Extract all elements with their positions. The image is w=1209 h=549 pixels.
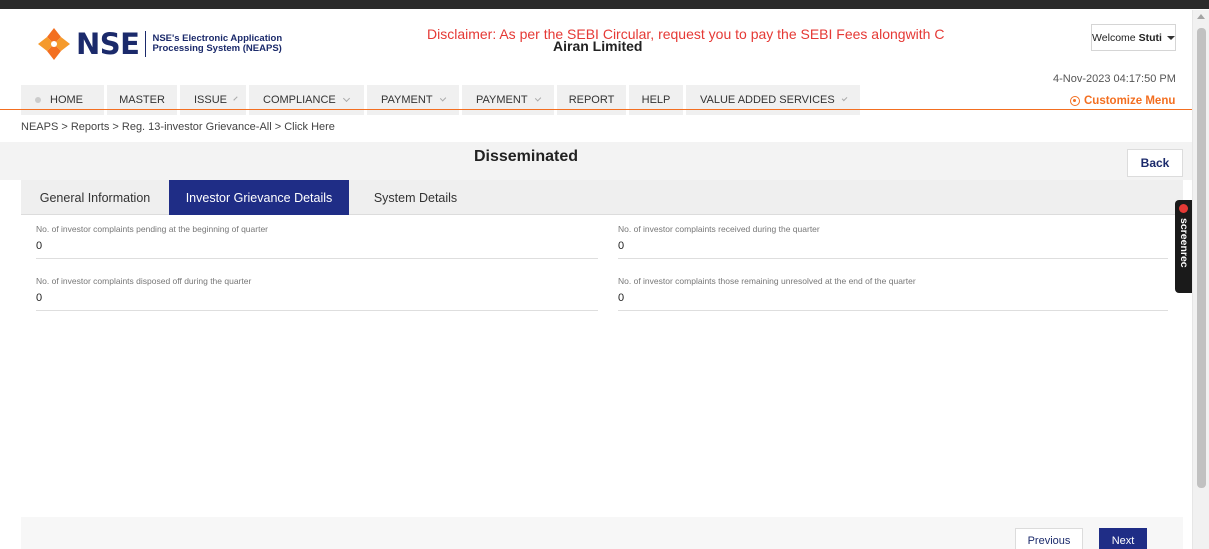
welcome-label: Welcome bbox=[1092, 31, 1136, 44]
nav-underline bbox=[0, 109, 1192, 110]
nav-item-master[interactable]: MASTER bbox=[107, 85, 177, 115]
logo-divider bbox=[145, 31, 147, 57]
nav-item-label: HELP bbox=[641, 94, 671, 106]
tab-bar: General Information Investor Grievance D… bbox=[21, 180, 1183, 215]
scroll-up-arrow-icon[interactable] bbox=[1197, 14, 1205, 19]
next-button[interactable]: Next bbox=[1099, 528, 1147, 549]
field-pending-beginning: No. of investor complaints pending at th… bbox=[36, 224, 598, 259]
chevron-down-icon bbox=[233, 96, 238, 101]
nav-item-payment-1[interactable]: PAYMENT bbox=[367, 85, 459, 115]
field-disposed-during: No. of investor complaints disposed off … bbox=[36, 276, 598, 311]
chevron-down-icon bbox=[342, 94, 350, 103]
nav-item-home[interactable]: HOME bbox=[21, 85, 104, 115]
target-icon bbox=[1070, 96, 1080, 106]
disclaimer-marquee: Disclaimer: As per the SEBI Circular, re… bbox=[427, 26, 945, 42]
home-dot-icon bbox=[35, 97, 41, 103]
field-value: 0 bbox=[36, 292, 43, 304]
page-title: Disseminated bbox=[473, 148, 579, 165]
browser-top-bar bbox=[0, 0, 1209, 9]
field-label: No. of investor complaints disposed off … bbox=[36, 276, 252, 286]
field-received-during: No. of investor complaints received duri… bbox=[618, 224, 1168, 259]
previous-button[interactable]: Previous bbox=[1015, 528, 1083, 549]
current-datetime: 4-Nov-2023 04:17:50 PM bbox=[1053, 73, 1176, 85]
page-content: NSE NSE's Electronic Application Process… bbox=[0, 10, 1192, 549]
grievance-details-panel: No. of investor complaints pending at th… bbox=[21, 215, 1183, 549]
field-value: 0 bbox=[618, 240, 625, 252]
nav-item-payment-2[interactable]: PAYMENT bbox=[462, 85, 554, 115]
field-unresolved-end: No. of investor complaints those remaini… bbox=[618, 276, 1168, 311]
nav-item-label: HOME bbox=[50, 94, 83, 106]
company-name: Airan Limited bbox=[553, 38, 643, 54]
welcome-username: Stuti bbox=[1138, 31, 1162, 44]
nav-item-label: PAYMENT bbox=[381, 94, 433, 106]
vertical-scrollbar[interactable] bbox=[1192, 10, 1209, 549]
caret-down-icon bbox=[1166, 35, 1175, 40]
field-label: No. of investor complaints pending at th… bbox=[36, 224, 269, 234]
nav-item-issue[interactable]: ISSUE bbox=[180, 85, 246, 115]
panel-footer: Previous Next bbox=[21, 517, 1183, 549]
record-dot-icon bbox=[1179, 204, 1188, 213]
chevron-down-icon bbox=[439, 95, 447, 102]
breadcrumb: NEAPS > Reports > Reg. 13-investor Griev… bbox=[21, 121, 335, 133]
nav-item-label: REPORT bbox=[568, 94, 615, 106]
user-menu-dropdown[interactable]: Welcome Stuti bbox=[1091, 24, 1176, 51]
field-value: 0 bbox=[36, 240, 43, 252]
screenrec-widget[interactable]: screenrec bbox=[1175, 200, 1192, 293]
field-label: No. of investor complaints those remaini… bbox=[618, 276, 916, 286]
nav-item-label: PAYMENT bbox=[476, 94, 528, 106]
nav-item-label: MASTER bbox=[119, 94, 165, 106]
tab-investor-grievance-details[interactable]: Investor Grievance Details bbox=[169, 180, 349, 215]
nav-item-compliance[interactable]: COMPLIANCE bbox=[249, 85, 364, 115]
logo-subtitle-line2: Processing System (NEAPS) bbox=[152, 43, 282, 54]
customize-menu-link[interactable]: Customize Menu bbox=[1070, 95, 1175, 107]
nav-item-label: VALUE ADDED SERVICES bbox=[700, 94, 835, 106]
page-title-bar: Disseminated Back bbox=[0, 142, 1192, 180]
screenrec-label: screenrec bbox=[1178, 218, 1190, 268]
logo-subtitle: NSE's Electronic Application Processing … bbox=[152, 34, 282, 54]
back-button[interactable]: Back bbox=[1127, 149, 1183, 177]
main-nav: HOME MASTER ISSUE COMPLIANCE PAYMENT PAY… bbox=[21, 85, 863, 115]
nse-logo-icon bbox=[37, 27, 71, 61]
logo-text: NSE bbox=[76, 27, 140, 61]
nav-item-help[interactable]: HELP bbox=[629, 85, 683, 115]
tab-system-details[interactable]: System Details bbox=[349, 180, 482, 215]
tab-general-information[interactable]: General Information bbox=[21, 180, 169, 215]
nav-item-report[interactable]: REPORT bbox=[557, 85, 626, 115]
field-value: 0 bbox=[618, 292, 625, 304]
chevron-down-icon bbox=[841, 95, 848, 102]
nav-item-label: ISSUE bbox=[194, 94, 228, 106]
nav-item-value-added-services[interactable]: VALUE ADDED SERVICES bbox=[686, 85, 860, 115]
scrollbar-thumb[interactable] bbox=[1197, 28, 1206, 488]
nse-logo[interactable]: NSE NSE's Electronic Application Process… bbox=[37, 27, 282, 61]
customize-menu-label: Customize Menu bbox=[1084, 95, 1176, 107]
nav-item-label: COMPLIANCE bbox=[263, 94, 336, 106]
chevron-down-icon bbox=[534, 95, 542, 102]
field-label: No. of investor complaints received duri… bbox=[618, 224, 820, 234]
